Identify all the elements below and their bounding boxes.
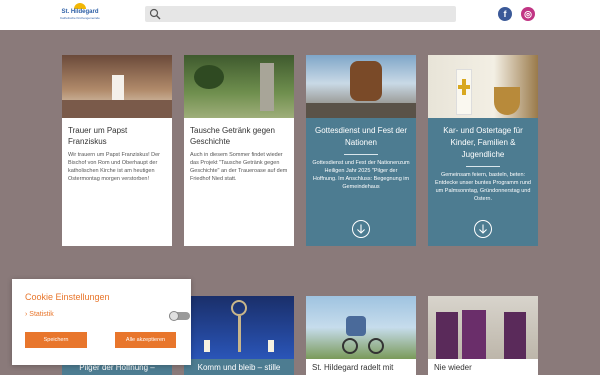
card-title: Trauer um Papst Franziskus	[68, 126, 128, 146]
card-image-bicycle	[306, 296, 416, 359]
logo-name: St. Hildegard	[61, 9, 99, 15]
card-image-candle	[428, 55, 538, 118]
site-header: St. Hildegard Katholische Kirchengemeind…	[0, 0, 600, 30]
search-input[interactable]	[145, 6, 456, 22]
toggle-knob	[169, 311, 179, 321]
accept-all-button[interactable]: Alle akzeptieren	[115, 332, 176, 348]
search-icon	[149, 8, 161, 20]
chevron-right-icon: ›	[25, 311, 28, 318]
card-title: Nie wieder	[434, 363, 472, 372]
card-image-garden	[184, 55, 294, 118]
card-image-shoe	[306, 55, 416, 118]
card-title: Gottesdienst und Fest der Nationen	[314, 126, 408, 147]
save-button[interactable]: Speichern	[25, 332, 87, 348]
card-title: St. Hildegard radelt mit	[312, 363, 394, 372]
site-logo[interactable]: St. Hildegard Katholische Kirchengemeind…	[60, 3, 100, 27]
card-image-clergy	[428, 296, 538, 359]
cookie-title: Cookie Einstellungen	[25, 292, 110, 302]
event-card[interactable]: Kar- und Ostertage für Kinder, Familien …	[428, 55, 538, 246]
news-card[interactable]: Trauer um Papst Franziskus Wir trauern u…	[62, 55, 172, 246]
card-image-monstrance	[184, 296, 294, 359]
card-title: Komm und bleib – stille	[197, 363, 281, 372]
logo-subtitle: Katholische Kirchengemeinde	[60, 16, 100, 20]
news-card[interactable]: Tausche Getränk gegen Geschichte Auch in…	[184, 55, 294, 246]
statistik-toggle[interactable]	[169, 311, 190, 321]
card-text: Gemeinsam feiern, basteln, beten: Entdec…	[435, 172, 531, 202]
arrow-down-icon[interactable]	[474, 220, 492, 238]
card-title: Kar- und Ostertage für Kinder, Familien …	[443, 126, 523, 159]
arrow-down-icon[interactable]	[352, 220, 370, 238]
statistik-toggle-label[interactable]: › Statistik	[25, 311, 54, 318]
card-title: Tausche Getränk gegen Geschichte	[190, 126, 275, 146]
news-card[interactable]: Nie wieder	[428, 296, 538, 375]
event-card[interactable]: Gottesdienst und Fest der Nationen Gotte…	[306, 55, 416, 246]
event-card[interactable]: Komm und bleib – stille	[184, 296, 294, 375]
card-text: Wir trauern um Papst Franziskus! Der Bis…	[68, 152, 160, 182]
facebook-icon[interactable]: f	[498, 7, 512, 21]
cookie-settings-panel: Cookie Einstellungen › Statistik Speiche…	[12, 279, 191, 365]
card-text: Gottesdienst und Fest der Nationenzum He…	[312, 160, 410, 190]
news-card[interactable]: St. Hildegard radelt mit	[306, 296, 416, 375]
card-image-church	[62, 55, 172, 118]
instagram-icon[interactable]: ◎	[521, 7, 535, 21]
card-text: Auch in diesem Sommer findet wieder das …	[190, 152, 288, 182]
